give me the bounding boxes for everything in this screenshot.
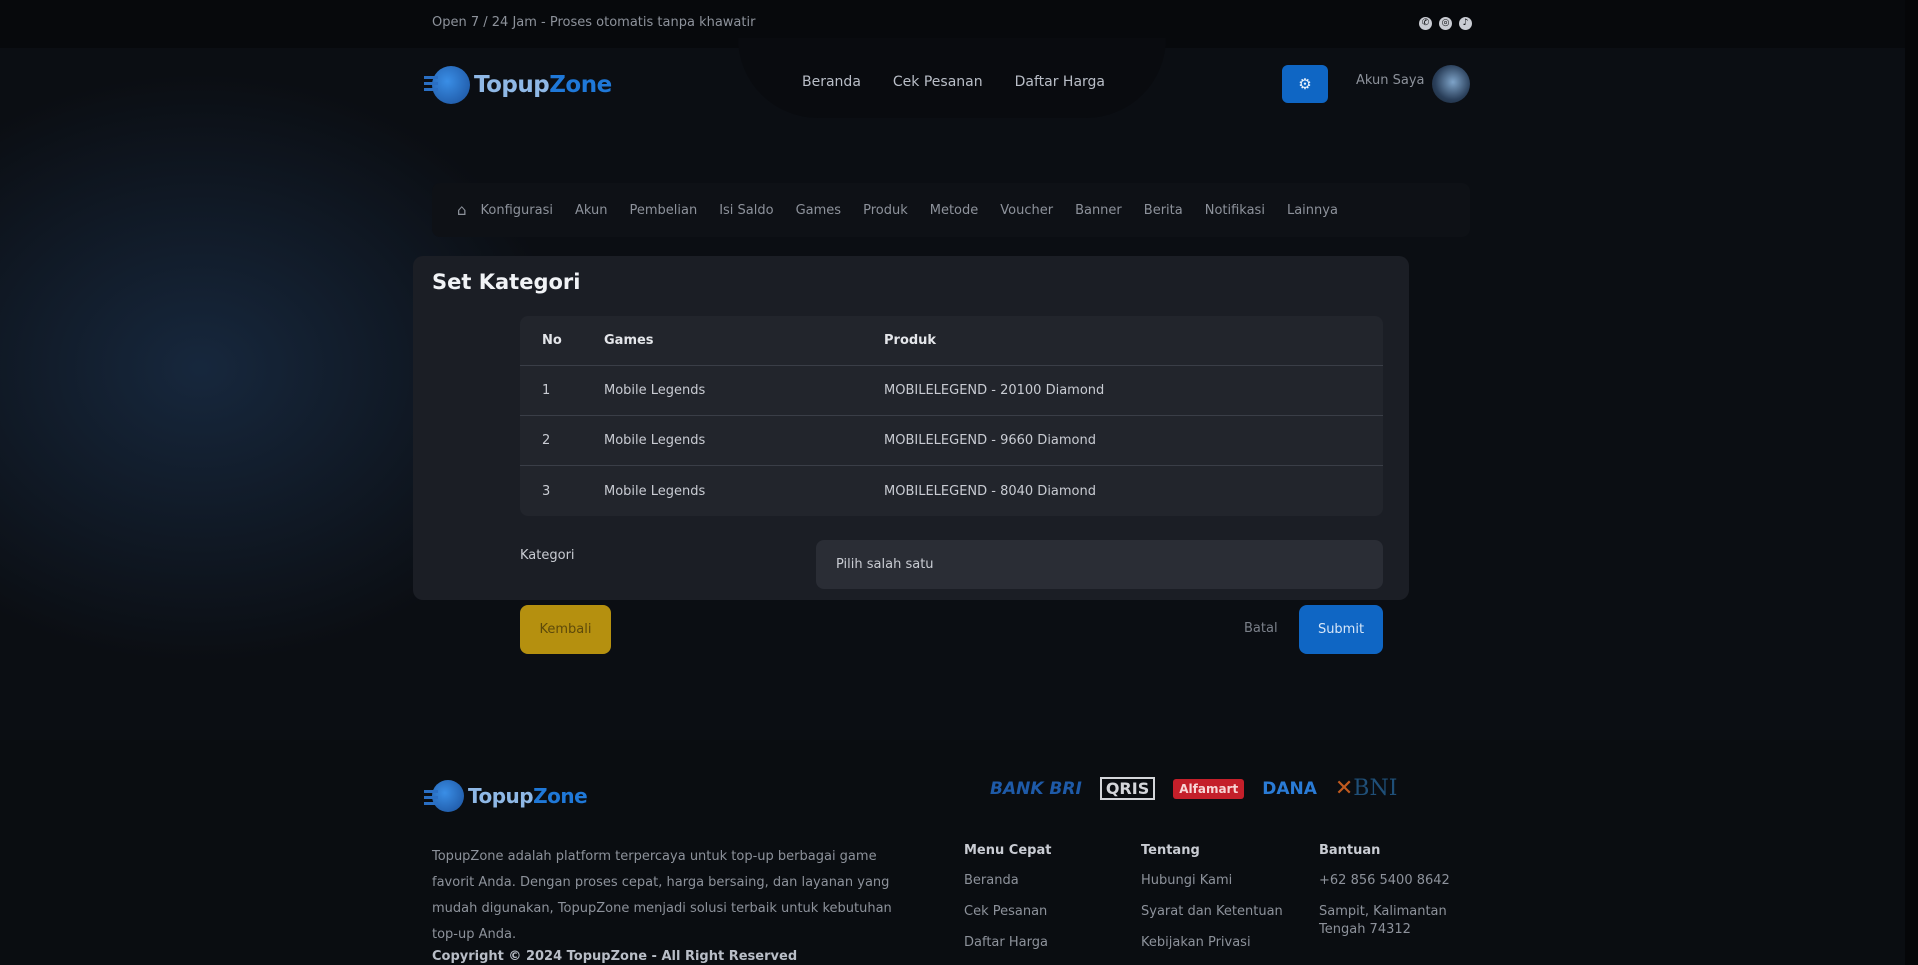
- whatsapp-icon[interactable]: ✆: [1419, 17, 1432, 30]
- kategori-label: Kategori: [520, 548, 575, 563]
- cell-produk: MOBILELEGEND - 8040 Diamond: [884, 483, 1097, 499]
- subnav-akun[interactable]: Akun: [575, 203, 608, 218]
- nav-daftar-harga[interactable]: Daftar Harga: [1015, 74, 1105, 90]
- header-games: Games: [604, 333, 654, 348]
- footer-tentang: Tentang Hubungi Kami Syarat dan Ketentua…: [1141, 843, 1283, 965]
- footer-bantuan: Bantuan +62 856 5400 8642 Sampit, Kalima…: [1319, 843, 1459, 952]
- subnav-metode[interactable]: Metode: [930, 203, 979, 218]
- footer-link-syarat[interactable]: Syarat dan Ketentuan: [1141, 903, 1283, 921]
- page-scrollbar[interactable]: [1905, 0, 1918, 965]
- alfamart-logo: Alfamart: [1173, 778, 1245, 799]
- subnav-voucher[interactable]: Voucher: [1000, 203, 1053, 218]
- site-header: TopupZone Beranda Cek Pesanan Daftar Har…: [0, 38, 1918, 168]
- logo-text-part2: Zone: [549, 72, 612, 98]
- settings-button[interactable]: ⚙: [1282, 65, 1328, 103]
- subnav-notifikasi[interactable]: Notifikasi: [1205, 203, 1265, 218]
- main-nav: Beranda Cek Pesanan Daftar Harga: [802, 74, 1105, 90]
- table-header: No Games Produk: [520, 316, 1383, 366]
- footer-link-hubungi-kami[interactable]: Hubungi Kami: [1141, 872, 1283, 890]
- instagram-icon[interactable]: ◎: [1439, 17, 1452, 30]
- header-no: No: [542, 333, 562, 348]
- products-table: No Games Produk 1 Mobile Legends MOBILEL…: [520, 316, 1383, 516]
- logo-text-part1: Topup: [474, 72, 550, 98]
- footer-link-cek-pesanan[interactable]: Cek Pesanan: [964, 903, 1051, 921]
- tiktok-icon[interactable]: ♪: [1459, 17, 1472, 30]
- kategori-select[interactable]: Pilih salah satu: [816, 540, 1383, 589]
- footer-link-beranda[interactable]: Beranda: [964, 872, 1051, 890]
- payment-logos: BANK BRI QRIS Alfamart DANA ✕BNI: [990, 776, 1397, 801]
- header-produk: Produk: [884, 333, 937, 348]
- bni-logo: ✕BNI: [1334, 776, 1398, 801]
- logo-icon: [424, 780, 464, 812]
- footer-description: TopupZone adalah platform terpercaya unt…: [432, 849, 892, 942]
- footer-logo[interactable]: TopupZone: [424, 780, 588, 812]
- account-label[interactable]: Akun Saya: [1356, 73, 1425, 88]
- copyright: Copyright © 2024 TopupZone - All Right R…: [432, 949, 798, 964]
- cell-produk: MOBILELEGEND - 9660 Diamond: [884, 433, 1097, 448]
- subnav-konfigurasi[interactable]: Konfigurasi: [481, 203, 553, 218]
- cell-game: Mobile Legends: [604, 383, 706, 398]
- submit-button[interactable]: Submit: [1299, 605, 1383, 654]
- admin-subnav: ⌂ Konfigurasi Akun Pembelian Isi Saldo G…: [432, 183, 1470, 237]
- footer-phone: +62 856 5400 8642: [1319, 873, 1450, 888]
- subnav-isi-saldo[interactable]: Isi Saldo: [719, 203, 773, 218]
- footer-logo-text-part2: Zone: [533, 784, 588, 808]
- bni-text: BNI: [1353, 776, 1398, 801]
- table-row: 2 Mobile Legends MOBILELEGEND - 9660 Dia…: [520, 416, 1383, 466]
- footer-col-title: Menu Cepat: [964, 843, 1052, 858]
- footer-link-privasi[interactable]: Kebijakan Privasi: [1141, 934, 1283, 952]
- footer-address: Sampit, Kalimantan Tengah 74312: [1319, 904, 1447, 937]
- set-kategori-modal: Set Kategori No Games Produk 1 Mobile Le…: [413, 256, 1409, 600]
- footer-logo-text-part1: Topup: [468, 784, 534, 808]
- gear-icon: ⚙: [1298, 75, 1312, 93]
- nav-beranda[interactable]: Beranda: [802, 74, 861, 90]
- footer-menu-cepat: Menu Cepat Beranda Cek Pesanan Daftar Ha…: [964, 843, 1051, 965]
- footer-col-title: Bantuan: [1319, 843, 1381, 858]
- home-icon[interactable]: ⌂: [457, 201, 467, 219]
- subnav-produk[interactable]: Produk: [863, 203, 908, 218]
- footer-col-title: Tentang: [1141, 843, 1200, 858]
- avatar[interactable]: [1432, 65, 1470, 103]
- subnav-berita[interactable]: Berita: [1144, 203, 1183, 218]
- table-row: 3 Mobile Legends MOBILELEGEND - 8040 Dia…: [520, 466, 1383, 516]
- cell-game: Mobile Legends: [604, 483, 706, 499]
- subnav-lainnya[interactable]: Lainnya: [1287, 203, 1338, 218]
- cell-produk: MOBILELEGEND - 20100 Diamond: [884, 383, 1105, 398]
- logo-icon: [424, 66, 470, 104]
- cell-no: 2: [542, 433, 551, 448]
- subnav-banner[interactable]: Banner: [1075, 203, 1122, 218]
- cell-no: 1: [542, 383, 551, 398]
- cell-game: Mobile Legends: [604, 433, 706, 448]
- subnav-pembelian[interactable]: Pembelian: [629, 203, 697, 218]
- dana-logo: DANA: [1262, 778, 1317, 799]
- site-logo[interactable]: TopupZone: [424, 66, 612, 104]
- cancel-button[interactable]: Batal: [1244, 621, 1278, 636]
- subnav-games[interactable]: Games: [796, 203, 841, 218]
- back-button[interactable]: Kembali: [520, 605, 611, 654]
- social-links: ✆ ◎ ♪: [1419, 17, 1472, 30]
- bank-bri-logo: BANK BRI: [990, 778, 1082, 799]
- table-row: 1 Mobile Legends MOBILELEGEND - 20100 Di…: [520, 366, 1383, 416]
- topbar-message: Open 7 / 24 Jam - Proses otomatis tanpa …: [432, 15, 756, 30]
- cell-no: 3: [542, 483, 551, 499]
- footer-link-daftar-harga[interactable]: Daftar Harga: [964, 934, 1051, 952]
- nav-cek-pesanan[interactable]: Cek Pesanan: [893, 74, 983, 90]
- site-footer: TopupZone BANK BRI QRIS Alfamart DANA ✕B…: [0, 740, 1918, 965]
- qris-logo: QRIS: [1099, 777, 1156, 800]
- modal-title: Set Kategori: [432, 270, 581, 294]
